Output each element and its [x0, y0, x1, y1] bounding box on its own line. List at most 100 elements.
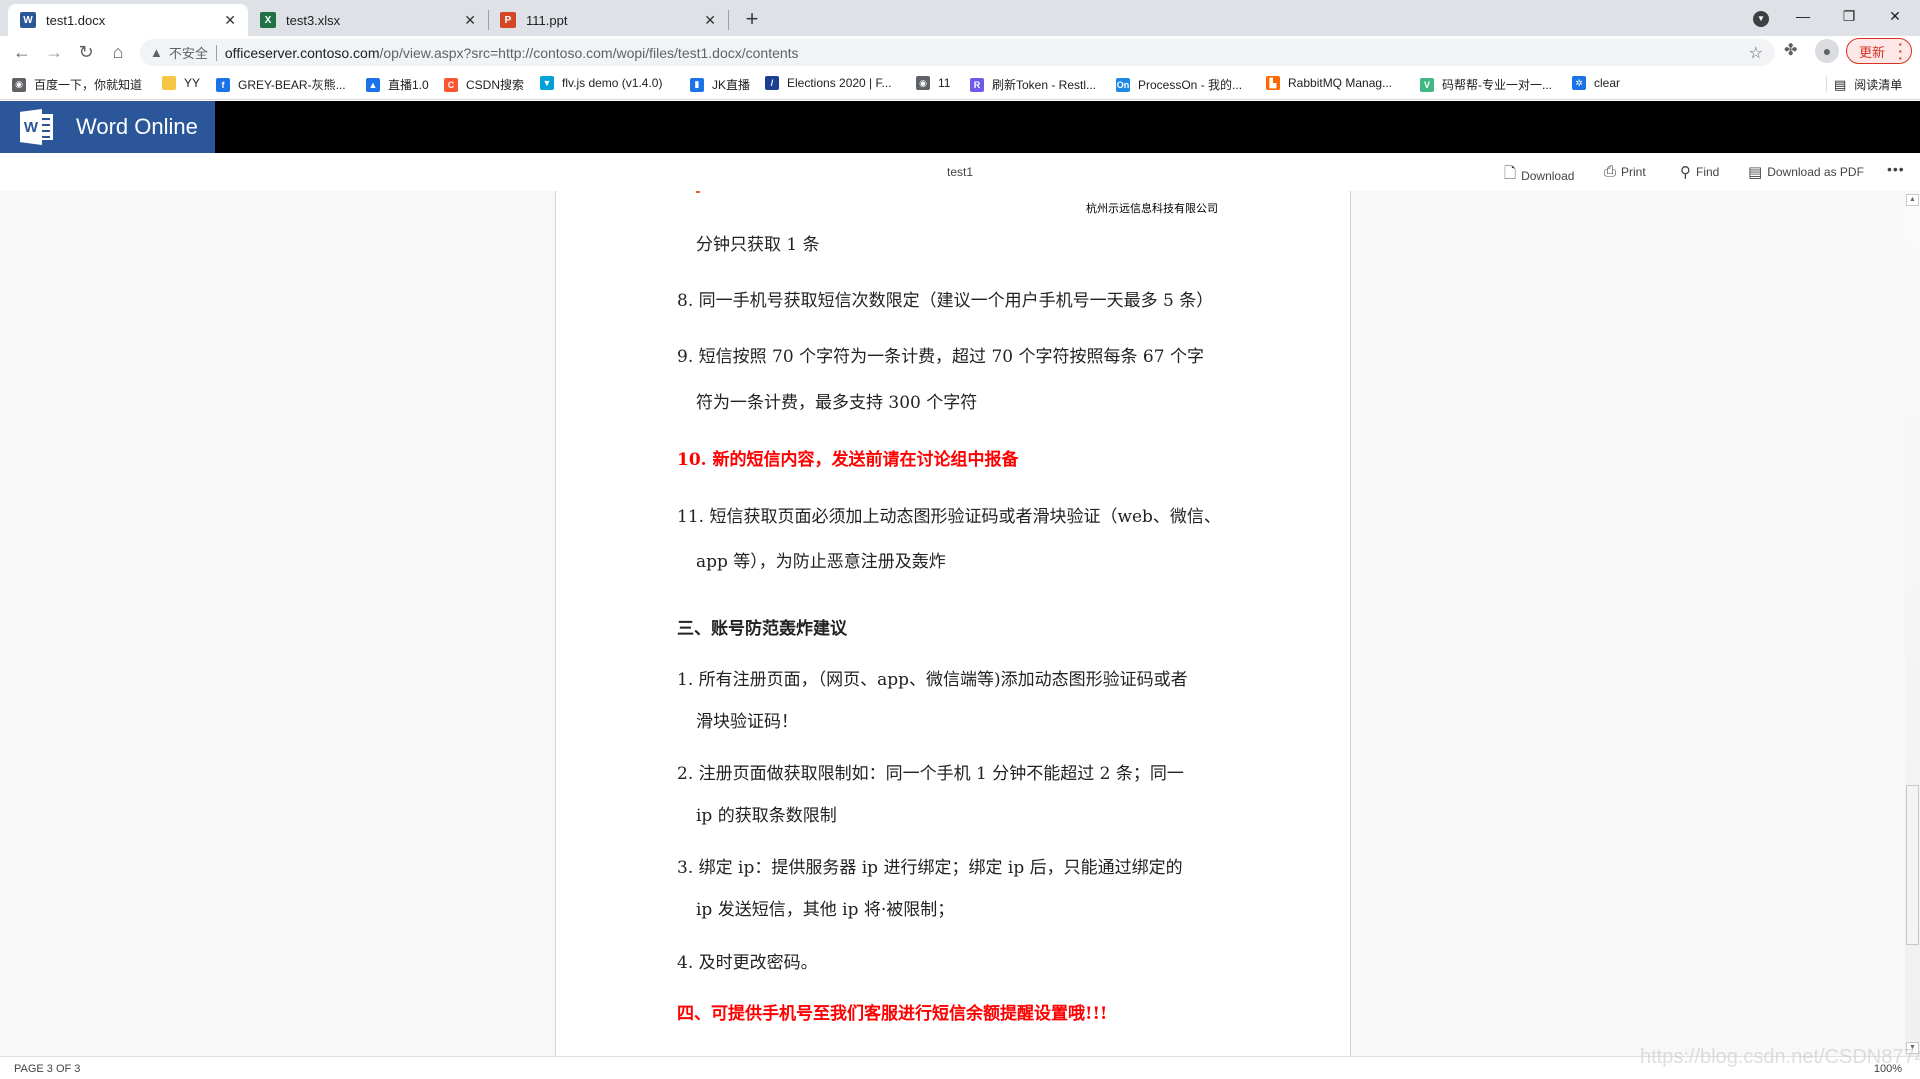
bookmark-item[interactable]: ▮ JK直播: [690, 76, 750, 93]
bookmark-item[interactable]: ◉ 百度一下，你就知道: [12, 76, 142, 93]
scrollbar-thumb[interactable]: [1906, 785, 1919, 945]
csdn-icon: C: [444, 77, 458, 92]
globe-icon: ◉: [916, 76, 930, 90]
paragraph-line: 9. 短信按照 70 个字符为一条计费，超过 70 个字符按照每条 67 个字: [677, 347, 1204, 367]
url-path: /op/view.aspx?src=http://contoso.com/wop…: [379, 44, 799, 61]
watermark: https://blog.csdn.net/CSDN877425287: [1640, 1046, 1920, 1068]
tab-test3-xlsx[interactable]: X test3.xlsx ✕: [248, 4, 488, 36]
download-button[interactable]: 🗋 Download: [1504, 163, 1574, 188]
close-tab-icon[interactable]: ✕: [464, 12, 476, 29]
processon-icon: On: [1116, 77, 1130, 92]
address-bar[interactable]: ▲ 不安全 officeserver.contoso.com/op/view.a…: [140, 39, 1775, 66]
bookmark-item[interactable]: f GREY-BEAR-灰熊...: [216, 76, 346, 93]
jk-icon: ▮: [690, 77, 704, 92]
paragraph-line: 分钟只获取 1 条: [696, 235, 820, 255]
more-options-icon[interactable]: •••: [1887, 161, 1905, 177]
profile-avatar[interactable]: ●: [1815, 39, 1839, 63]
document-page: 杭州示远信息科技有限公司 分钟只获取 1 条 8. 同一手机号获取短信次数限定（建…: [555, 191, 1351, 1056]
vertical-scrollbar[interactable]: ▲ ▼: [1905, 192, 1920, 1056]
pdf-icon: ▤: [1748, 164, 1763, 181]
home-button[interactable]: ⌂: [106, 40, 130, 64]
bear-icon: f: [216, 77, 230, 92]
bookmark-label: CSDN搜索: [466, 78, 525, 92]
word-logo-icon: W: [20, 109, 56, 145]
bookmark-item[interactable]: YY: [162, 76, 200, 90]
bookmark-item[interactable]: ✲ clear: [1572, 76, 1620, 90]
bookmark-star-icon[interactable]: ☆: [1749, 43, 1763, 63]
tab-test1-docx[interactable]: W test1.docx ✕: [8, 4, 248, 36]
forward-button[interactable]: →: [42, 40, 66, 64]
find-button[interactable]: ⚲ Find: [1680, 163, 1719, 181]
bookmark-label: clear: [1594, 76, 1621, 90]
security-label: 不安全: [168, 46, 208, 61]
extensions-icon[interactable]: ✤: [1784, 40, 1797, 60]
download-label: Download: [1521, 168, 1575, 183]
update-label: 更新: [1859, 44, 1886, 60]
folder-icon: [162, 76, 176, 90]
bookmark-item[interactable]: R 刷新Token - Restl...: [970, 76, 1096, 93]
bookmark-item[interactable]: ◉ 11: [916, 76, 950, 90]
menu-dots-icon: · · ·: [1898, 36, 1903, 66]
bookmark-item[interactable]: ▲ 直播1.0: [366, 76, 429, 93]
word-brand[interactable]: W Word Online: [0, 101, 215, 153]
gear-icon: ✲: [1572, 76, 1586, 90]
bookmark-label: RabbitMQ Manag...: [1288, 76, 1393, 90]
bilibili-icon: ▼: [540, 76, 554, 90]
close-tab-icon[interactable]: ✕: [704, 12, 716, 29]
paragraph-line: 11. 短信获取页面必须加上动态图形验证码或者滑块验证（web、微信、: [677, 507, 1221, 527]
paragraph-line: 符为一条计费，最多支持 300 个字符: [696, 393, 978, 413]
paragraph-line: ip 发送短信，其他 ip 将·被限制；: [696, 900, 955, 920]
warning-icon: ▲: [150, 45, 163, 60]
bookmark-item[interactable]: C CSDN搜索: [444, 76, 524, 93]
divider: [215, 44, 217, 61]
bookmark-label: 刷新Token - Restl...: [992, 78, 1097, 92]
paragraph-line: 8. 同一手机号获取短信次数限定（建议一个用户手机号一天最多 5 条）: [677, 291, 1214, 311]
paragraph-line: 2. 注册页面做获取限制如：同一个手机 1 分钟不能超过 2 条；同一: [677, 764, 1184, 784]
divider: [1826, 76, 1827, 92]
tab-title: test3.xlsx: [286, 12, 341, 28]
reading-list-button[interactable]: ▤ 阅读清单: [1826, 76, 1902, 93]
restlet-icon: R: [970, 77, 984, 92]
bookmark-item[interactable]: On ProcessOn - 我的...: [1116, 76, 1242, 93]
tab-separator: [728, 10, 729, 30]
word-header: W Word Online: [0, 101, 1920, 153]
close-tab-icon[interactable]: ✕: [224, 12, 236, 29]
new-tab-button[interactable]: +: [738, 6, 766, 32]
paragraph-line: 4. 及时更改密码。: [677, 953, 818, 973]
command-bar: test1 🗋 Download ⎙ Print ⚲ Find ▤ Downlo…: [0, 153, 1920, 191]
download-pdf-button[interactable]: ▤ Download as PDF: [1748, 163, 1864, 181]
bookmark-item[interactable]: ▼ flv.js demo (v1.4.0): [540, 76, 662, 90]
section-heading: 三、账号防范轰炸建议: [677, 619, 847, 639]
tab-111-ppt[interactable]: P 111.ppt ✕: [488, 4, 728, 36]
header-company: 杭州示远信息科技有限公司: [1086, 202, 1218, 215]
page-mark: [696, 191, 700, 193]
vue-icon: V: [1420, 77, 1434, 92]
print-label: Print: [1621, 164, 1646, 179]
browser-tab-strip: W test1.docx ✕ X test3.xlsx ✕ P 111.ppt …: [0, 0, 1920, 36]
status-bar: PAGE 3 OF 3 100%: [0, 1056, 1920, 1079]
restore-button[interactable]: ❐: [1826, 4, 1872, 28]
reload-button[interactable]: ↻: [74, 40, 98, 64]
minimize-button[interactable]: —: [1780, 4, 1826, 28]
search-icon: ⚲: [1680, 164, 1691, 181]
bookmark-label: Elections 2020 | F...: [787, 76, 892, 90]
app-title: Word Online: [76, 114, 198, 139]
bookmark-item[interactable]: / Elections 2020 | F...: [765, 76, 892, 90]
print-button[interactable]: ⎙ Print: [1604, 163, 1646, 180]
print-icon: ⎙: [1604, 163, 1617, 180]
tab-title: test1.docx: [46, 12, 106, 28]
tab-search-icon[interactable]: ▼: [1738, 4, 1784, 28]
scroll-up-icon[interactable]: ▲: [1906, 194, 1919, 206]
page-indicator: PAGE 3 OF 3: [14, 1063, 81, 1075]
bookmark-item[interactable]: ▙ RabbitMQ Manag...: [1266, 76, 1392, 90]
bookmark-label: flv.js demo (v1.4.0): [562, 76, 663, 90]
find-label: Find: [1696, 165, 1720, 179]
bookmark-label: YY: [184, 76, 201, 90]
bookmark-label: 码帮帮-专业一对一...: [1442, 78, 1552, 92]
close-window-button[interactable]: ✕: [1872, 4, 1918, 28]
back-button[interactable]: ←: [10, 40, 34, 64]
url-text[interactable]: officeserver.contoso.com/op/view.aspx?sr…: [225, 45, 799, 61]
bookmark-label: JK直播: [712, 78, 751, 92]
bookmark-item[interactable]: V 码帮帮-专业一对一...: [1420, 76, 1552, 93]
update-button[interactable]: 更新 · · ·: [1846, 36, 1912, 66]
